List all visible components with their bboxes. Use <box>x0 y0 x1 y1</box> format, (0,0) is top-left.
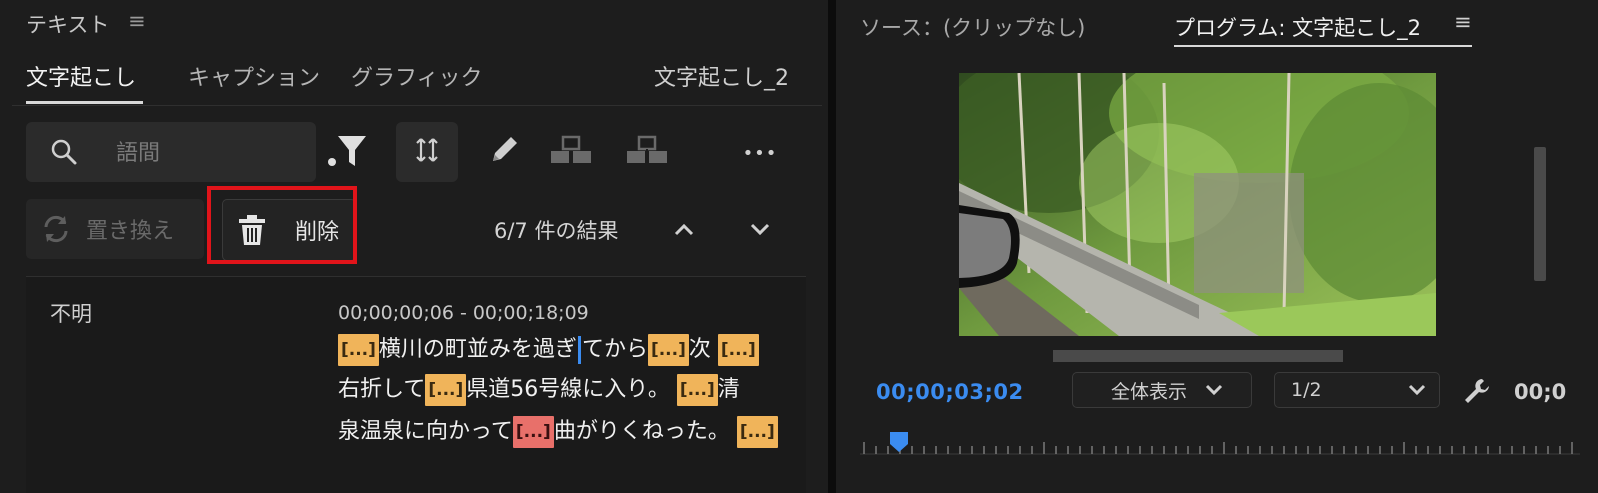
active-tab-indicator <box>1174 45 1472 47</box>
panel-divider[interactable] <box>828 0 836 493</box>
refresh-icon <box>40 213 72 245</box>
pause-marker[interactable]: [...] <box>425 374 467 406</box>
text-cursor <box>577 336 581 364</box>
tab-graphics[interactable]: グラフィック <box>351 60 483 92</box>
zoom-level-select[interactable]: 全体表示 <box>1072 372 1252 408</box>
split-speaker-icon <box>625 135 669 169</box>
tab-source-monitor[interactable]: ソース：(クリップなし) <box>860 12 1085 42</box>
text-panel: テキスト ≡ 文字起こし キャプション グラフィック 文字起こし_2 語間 ••… <box>0 0 828 493</box>
tab-program-monitor[interactable]: プログラム: 文字起こし_2 <box>1174 12 1421 42</box>
program-monitor-panel: ソース：(クリップなし) プログラム: 文字起こし_2 ≡ 00;00;03;0… <box>836 0 1598 493</box>
pause-marker-active[interactable]: [...] <box>512 416 554 448</box>
search-icon <box>50 138 78 170</box>
transcript-text: 曲がりくねった。 <box>553 419 730 444</box>
pause-marker[interactable]: [...] <box>676 374 718 406</box>
edit-button[interactable] <box>482 130 526 174</box>
speaker-label[interactable]: 不明 <box>50 298 92 328</box>
ruler-ticks <box>860 442 1580 455</box>
settings-button[interactable] <box>1462 376 1492 410</box>
chevron-down-icon <box>1408 384 1426 396</box>
panel-menu-icon[interactable]: ≡ <box>128 9 146 33</box>
playback-zoom-bar[interactable] <box>1053 350 1343 362</box>
pause-marker[interactable]: [...] <box>736 416 778 448</box>
pause-marker[interactable]: [...] <box>338 334 379 366</box>
filter-icon <box>324 128 370 176</box>
tab-captions[interactable]: キャプション <box>188 60 320 92</box>
segment-timecode: 00;00;00;06 - 00;00;18;09 <box>338 302 589 324</box>
transcript-line[interactable]: 泉温泉に向かって [...] 曲がりくねった。 [...] <box>338 412 778 452</box>
chevron-down-icon <box>749 221 771 240</box>
vertical-scrollbar[interactable] <box>1534 147 1546 281</box>
tab-transcript[interactable]: 文字起こし <box>26 60 136 92</box>
pause-marker[interactable]: [...] <box>717 334 759 366</box>
playback-resolution-value: 1/2 <box>1291 379 1322 401</box>
chevron-down-icon <box>1205 384 1223 396</box>
transcript-text: 清 <box>717 377 740 402</box>
split-speaker-button[interactable] <box>622 130 672 174</box>
more-options-button[interactable]: ••• <box>736 138 784 168</box>
previous-result-button[interactable] <box>666 214 702 246</box>
annotation-highlight <box>207 186 357 264</box>
next-result-button[interactable] <box>742 214 778 246</box>
merge-segments-icon <box>549 135 593 169</box>
zoom-level-value: 全体表示 <box>1111 380 1188 403</box>
transcript-text: 次 <box>688 337 711 362</box>
chevron-up-icon <box>673 221 695 240</box>
transcript-text: てから <box>581 337 648 362</box>
video-preview[interactable] <box>959 73 1436 336</box>
panel-title: テキスト <box>26 13 110 37</box>
tab-divider <box>12 105 822 106</box>
current-timecode[interactable]: 00;00;03;02 <box>876 380 1024 404</box>
transcript-text: 横川の町並みを過ぎ <box>378 337 577 362</box>
transcript-line[interactable]: [...] 横川の町並みを過ぎ てから [...] 次 [...] <box>338 330 759 370</box>
search-result-count: 6/7 件の結果 <box>494 219 619 243</box>
duration-timecode: 00;0 <box>1514 380 1567 404</box>
pause-marker[interactable]: [...] <box>647 334 689 366</box>
replace-button[interactable]: 置き換え <box>26 199 204 259</box>
sequence-title: 文字起こし_2 <box>654 66 789 91</box>
playhead[interactable] <box>888 430 910 458</box>
panel-menu-icon[interactable]: ≡ <box>1454 10 1472 34</box>
wrench-icon <box>1462 379 1492 410</box>
transcript-text: 県道56号線に入り。 <box>466 377 670 402</box>
split-segment-icon <box>415 137 439 167</box>
search-box[interactable] <box>26 122 316 182</box>
transcript-line[interactable]: 右折して [...] 県道56号線に入り。 [...] 清 <box>338 370 740 410</box>
merge-segments-button[interactable] <box>546 130 596 174</box>
split-segment-button[interactable] <box>396 122 458 182</box>
playhead-marker-icon <box>890 432 908 452</box>
playback-resolution-select[interactable]: 1/2 <box>1274 372 1440 408</box>
transcript-text: 右折して <box>338 377 426 402</box>
search-input[interactable] <box>114 136 308 170</box>
replace-label: 置き換え <box>86 219 175 244</box>
pencil-icon <box>487 133 521 171</box>
filter-button[interactable] <box>324 130 370 174</box>
active-tab-indicator <box>26 101 143 104</box>
transcript-text: 泉温泉に向かって <box>338 419 513 444</box>
more-icon: ••• <box>742 142 778 164</box>
time-ruler[interactable] <box>860 430 1580 460</box>
